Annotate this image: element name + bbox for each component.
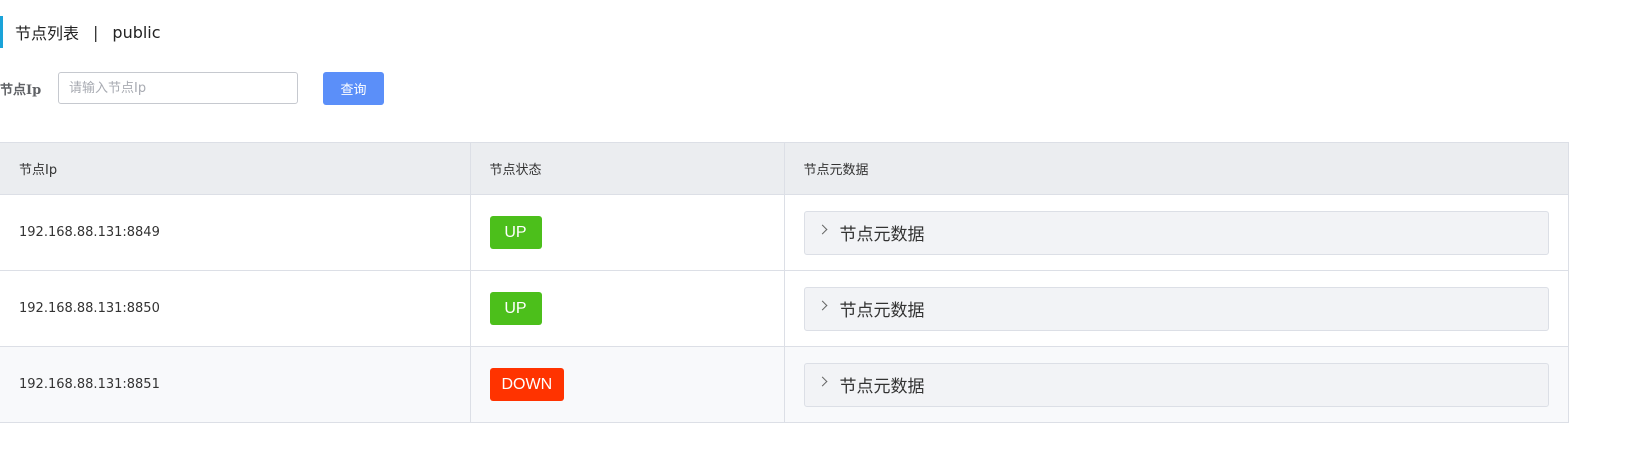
title-separator: | xyxy=(93,22,99,42)
page-title: 节点列表 xyxy=(15,24,80,43)
table-header-row: 节点Ip 节点状态 节点元数据 xyxy=(0,142,1569,195)
node-ip-label: 节点Ip xyxy=(0,82,42,98)
node-ip-cell: 192.168.88.131:8851 xyxy=(0,346,471,423)
table-row: 192.168.88.131:8849 UP 节点元数据 xyxy=(0,194,1569,271)
table-row: 192.168.88.131:8850 UP 节点元数据 xyxy=(0,270,1569,347)
search-bar: 节点Ip 查询 xyxy=(0,71,384,105)
page-header: 节点列表 | public xyxy=(0,16,161,48)
node-metadata-cell: 节点元数据 xyxy=(783,194,1569,271)
query-button[interactable]: 查询 xyxy=(323,71,384,105)
node-status-cell: DOWN xyxy=(469,346,785,423)
node-metadata-cell: 节点元数据 xyxy=(783,346,1569,423)
status-badge: UP xyxy=(489,292,542,325)
chevron-right-icon xyxy=(817,300,827,311)
metadata-panel-label: 节点元数据 xyxy=(839,377,925,397)
column-header-node-ip: 节点Ip xyxy=(0,142,471,195)
node-ip-cell: 192.168.88.131:8850 xyxy=(0,270,471,347)
column-header-node-status: 节点状态 xyxy=(469,142,785,195)
metadata-collapse-panel[interactable]: 节点元数据 xyxy=(803,286,1549,331)
column-header-node-metadata: 节点元数据 xyxy=(783,142,1569,195)
chevron-right-icon xyxy=(817,224,827,235)
chevron-right-icon xyxy=(817,376,827,387)
node-status-cell: UP xyxy=(469,270,785,347)
node-table: 节点Ip 节点状态 节点元数据 192.168.88.131:8849 UP 节… xyxy=(0,142,1569,423)
metadata-collapse-panel[interactable]: 节点元数据 xyxy=(803,210,1549,255)
metadata-panel-label: 节点元数据 xyxy=(839,225,925,245)
node-metadata-cell: 节点元数据 xyxy=(783,270,1569,347)
node-status-cell: UP xyxy=(469,194,785,271)
node-ip-search-input[interactable] xyxy=(58,72,298,104)
status-badge: UP xyxy=(489,216,542,249)
namespace-label: public xyxy=(112,22,161,42)
status-badge: DOWN xyxy=(489,368,565,401)
metadata-panel-label: 节点元数据 xyxy=(839,301,925,321)
metadata-collapse-panel[interactable]: 节点元数据 xyxy=(803,362,1549,407)
node-ip-cell: 192.168.88.131:8849 xyxy=(0,194,471,271)
table-row: 192.168.88.131:8851 DOWN 节点元数据 xyxy=(0,346,1569,423)
